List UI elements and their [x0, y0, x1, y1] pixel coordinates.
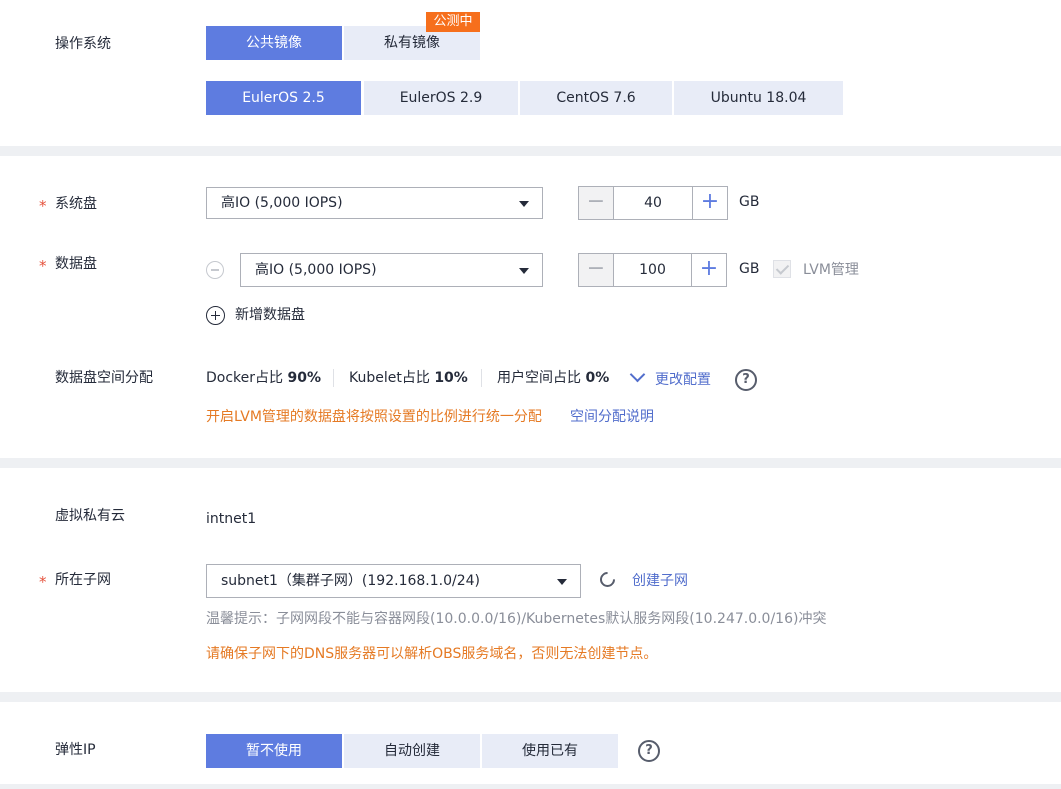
eip-label: 弹性IP	[55, 742, 96, 758]
disk-allocation-label: 数据盘空间分配	[55, 370, 153, 386]
eip-panel: 弹性IP 暂不使用 自动创建 使用已有 ?	[0, 702, 1061, 784]
docker-ratio: Docker占比 90%	[206, 368, 321, 388]
kubelet-ratio: Kubelet占比 10%	[349, 368, 468, 388]
docker-ratio-label: Docker占比	[206, 370, 284, 386]
vpc-label: 虚拟私有云	[55, 508, 125, 524]
data-disk-size-stepper[interactable]: − 100 +	[578, 253, 727, 287]
change-config-link[interactable]: 更改配置	[655, 370, 711, 390]
required-mark: *	[39, 573, 47, 591]
tab-private-image-label: 私有镜像	[384, 35, 440, 51]
user-space-ratio-value: 0%	[585, 370, 610, 386]
data-disk-label: 数据盘	[55, 256, 97, 272]
question-circle-icon[interactable]: ?	[638, 740, 660, 762]
minus-icon[interactable]: −	[579, 254, 614, 286]
caret-down-icon	[557, 579, 567, 585]
kubelet-ratio-value: 10%	[434, 370, 468, 386]
os-label: 操作系统	[55, 36, 111, 52]
os-version-ubuntu-18-04[interactable]: Ubuntu 18.04	[674, 81, 843, 115]
caret-down-icon	[519, 268, 529, 274]
lvm-notice: 开启LVM管理的数据盘将按照设置的比例进行统一分配	[206, 409, 542, 425]
os-version-label: CentOS 7.6	[556, 90, 636, 106]
user-space-ratio: 用户空间占比 0%	[497, 368, 609, 388]
eip-option-none[interactable]: 暂不使用	[206, 734, 342, 768]
eip-option-label: 暂不使用	[246, 743, 302, 759]
data-disk-size-value[interactable]: 100	[614, 254, 691, 286]
tab-public-image[interactable]: 公共镜像	[206, 26, 342, 60]
vpc-value: intnet1	[206, 511, 257, 527]
data-disk-type-value: 高IO (5,000 IOPS)	[255, 262, 377, 278]
subnet-value: subnet1（集群子网）(192.168.1.0/24)	[221, 573, 480, 589]
beta-badge-label: 公测中	[433, 14, 473, 29]
beta-badge: 公测中	[426, 12, 480, 32]
docker-ratio-value: 90%	[287, 370, 321, 386]
system-disk-unit: GB	[739, 194, 760, 210]
minus-circle-icon[interactable]	[206, 261, 224, 279]
divider	[481, 369, 482, 387]
system-disk-type-select[interactable]: 高IO (5,000 IOPS)	[206, 187, 543, 219]
allocation-help-link[interactable]: 空间分配说明	[570, 407, 654, 427]
caret-down-icon	[519, 201, 529, 207]
divider	[333, 369, 334, 387]
system-disk-label: 系统盘	[55, 196, 97, 212]
minus-icon[interactable]: −	[579, 187, 614, 219]
user-space-ratio-label: 用户空间占比	[497, 370, 581, 386]
data-disk-type-select[interactable]: 高IO (5,000 IOPS)	[240, 253, 543, 287]
os-version-euleros-2-5[interactable]: EulerOS 2.5	[206, 81, 361, 115]
eip-option-use-existing[interactable]: 使用已有	[482, 734, 618, 768]
plus-icon[interactable]: +	[692, 187, 727, 219]
plus-circle-icon[interactable]	[206, 306, 225, 325]
add-data-disk-button[interactable]: 新增数据盘	[235, 305, 305, 325]
eip-option-label: 使用已有	[522, 743, 578, 759]
create-subnet-link[interactable]: 创建子网	[632, 571, 688, 591]
tab-public-image-label: 公共镜像	[246, 35, 302, 51]
plus-icon[interactable]: +	[691, 254, 726, 286]
eip-option-label: 自动创建	[384, 743, 440, 759]
dns-warning: 请确保子网下的DNS服务器可以解析OBS服务域名，否则无法创建节点。	[206, 646, 658, 662]
refresh-icon[interactable]	[596, 568, 619, 591]
network-panel: 虚拟私有云 intnet1 * 所在子网 subnet1（集群子网）(192.1…	[0, 468, 1061, 692]
system-disk-type-value: 高IO (5,000 IOPS)	[221, 195, 343, 211]
os-panel: 操作系统 公共镜像 私有镜像 公测中 EulerOS 2.5 EulerOS 2…	[0, 0, 1061, 146]
required-mark: *	[39, 257, 47, 275]
question-circle-icon[interactable]: ?	[735, 369, 757, 391]
lvm-checkbox[interactable]	[773, 260, 791, 278]
subnet-label: 所在子网	[55, 572, 111, 588]
os-version-centos-7-6[interactable]: CentOS 7.6	[520, 81, 672, 115]
os-version-euleros-2-9[interactable]: EulerOS 2.9	[364, 81, 518, 115]
lvm-label: LVM管理	[803, 262, 859, 278]
subnet-select[interactable]: subnet1（集群子网）(192.168.1.0/24)	[206, 564, 581, 598]
kubelet-ratio-label: Kubelet占比	[349, 370, 430, 386]
os-version-label: EulerOS 2.9	[399, 90, 483, 106]
eip-option-auto-create[interactable]: 自动创建	[344, 734, 480, 768]
os-version-label: Ubuntu 18.04	[710, 90, 807, 106]
data-disk-unit: GB	[739, 261, 760, 277]
subnet-tip: 温馨提示：子网网段不能与容器网段(10.0.0.0/16)/Kubernetes…	[206, 611, 827, 627]
system-disk-size-stepper[interactable]: − 40 +	[578, 186, 728, 220]
required-mark: *	[39, 197, 47, 215]
disk-panel: * 系统盘 高IO (5,000 IOPS) − 40 + GB * 数据盘 高…	[0, 156, 1061, 458]
os-version-label: EulerOS 2.5	[242, 90, 325, 106]
chevron-down-icon[interactable]	[629, 366, 646, 383]
check-icon	[775, 261, 790, 275]
system-disk-size-value[interactable]: 40	[614, 187, 692, 219]
